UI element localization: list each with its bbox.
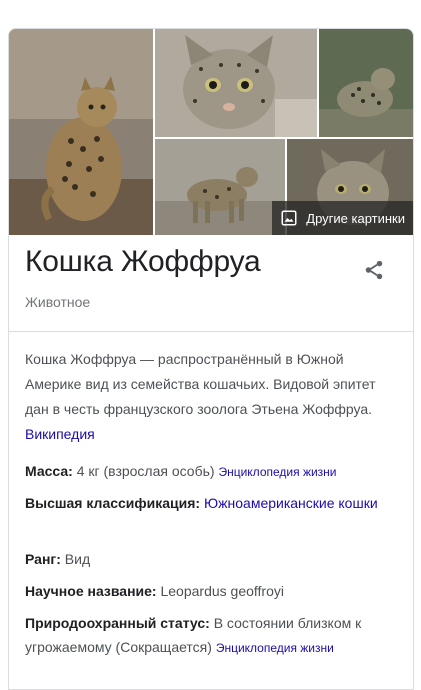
cat-photo-walking[interactable]: [155, 139, 285, 235]
more-images-label: Другие картинки: [306, 210, 405, 226]
fact-label: Научное название:: [25, 583, 157, 599]
cat-photo-sitting[interactable]: [9, 29, 153, 235]
divider: [9, 331, 413, 332]
entity-subtitle: Животное: [25, 294, 91, 310]
fact-scientific-name: Научное название: Leopardus geoffroyi: [25, 579, 401, 603]
more-images-button[interactable]: Другие картинки: [272, 201, 413, 235]
description-text: Кошка Жоффруа — распространённый в Южной…: [25, 351, 376, 417]
fact-source-link[interactable]: Энциклопедия жизни: [216, 641, 334, 655]
fact-conservation-status: Природоохранный статус: В состоянии близ…: [25, 611, 401, 660]
image-gallery: Другие картинки: [9, 29, 413, 235]
cat-photo-standing[interactable]: [319, 29, 413, 137]
fact-mass: Масса: 4 кг (взрослая особь) Энциклопеди…: [25, 459, 401, 484]
fact-value-link[interactable]: Южноамериканские кошки: [204, 495, 378, 511]
fact-label: Масса:: [25, 463, 73, 479]
image-icon: [281, 210, 297, 226]
fact-rank: Ранг: Вид: [25, 547, 401, 571]
fact-value: 4 кг (взрослая особь): [76, 463, 215, 479]
fact-value: Вид: [64, 551, 91, 567]
fact-label: Ранг:: [25, 551, 61, 567]
fact-source-link[interactable]: Энциклопедия жизни: [218, 465, 336, 479]
wikipedia-link[interactable]: Википедия: [25, 426, 95, 442]
description: Кошка Жоффруа — распространённый в Южной…: [25, 347, 397, 447]
entity-title: Кошка Жоффруа: [25, 245, 261, 278]
fact-label: Высшая классификация:: [25, 495, 201, 511]
fact-classification: Высшая классификация: Южноамериканские к…: [25, 491, 401, 515]
share-icon[interactable]: [363, 259, 385, 281]
knowledge-panel: Другие картинки Кошка Жоффруа Животное К…: [8, 28, 414, 690]
fact-label: Природоохранный статус:: [25, 615, 210, 631]
fact-value: Leopardus geoffroyi: [160, 583, 284, 599]
cat-photo-closeup[interactable]: [155, 29, 317, 137]
